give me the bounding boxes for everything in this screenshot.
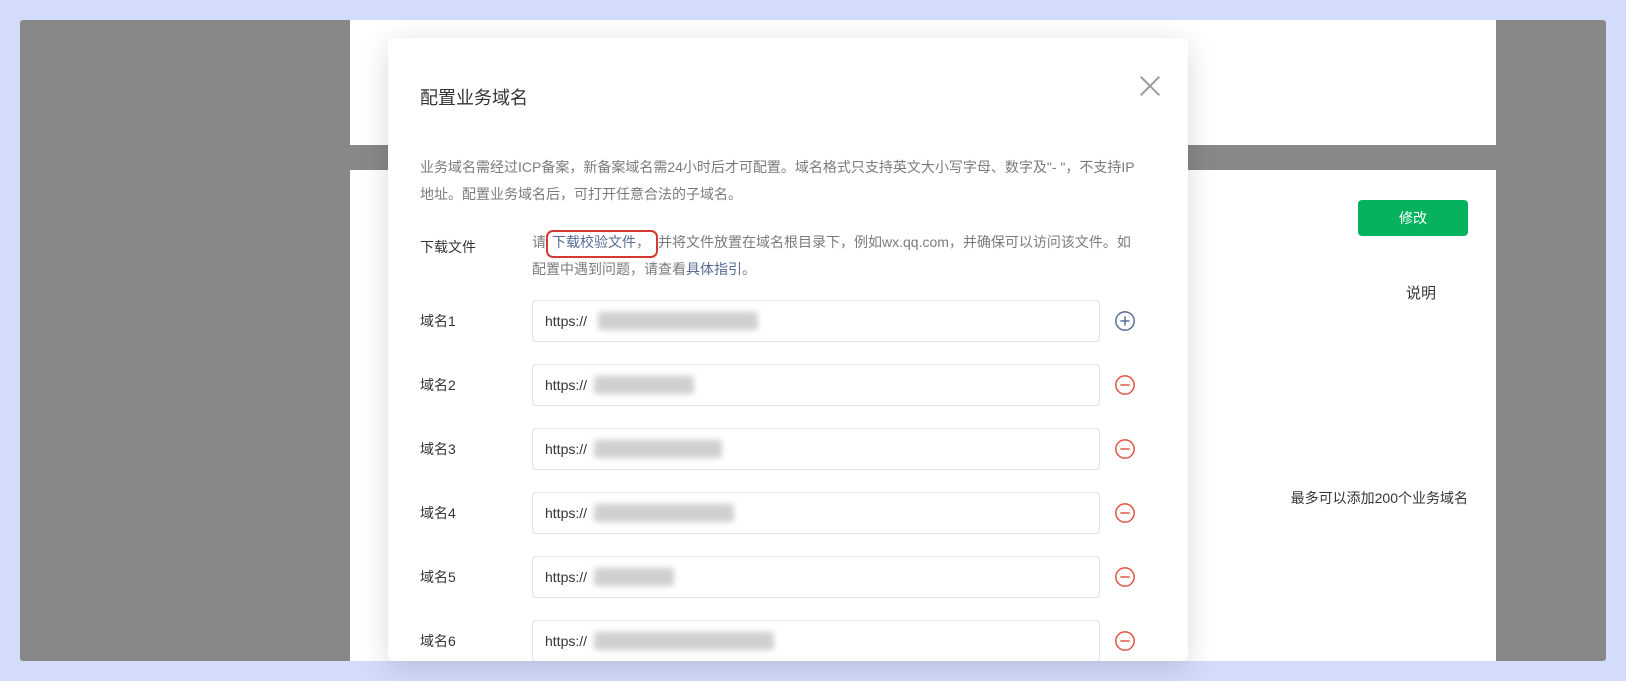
domain-row: 域名6 (420, 620, 1136, 661)
domain-row: 域名3 (420, 428, 1136, 470)
domain-row: 域名5 (420, 556, 1136, 598)
minus-circle-icon (1114, 502, 1136, 524)
remove-domain-button[interactable] (1114, 566, 1136, 588)
minus-circle-icon (1114, 374, 1136, 396)
domain-label: 域名2 (420, 375, 532, 395)
minus-circle-icon (1114, 566, 1136, 588)
domain-list: 域名1 域名2 (420, 300, 1136, 661)
download-file-row: 下载文件 请下载校验文件，并将文件放置在域名根目录下，例如wx.qq.com，并… (420, 229, 1136, 282)
domain-input[interactable] (532, 620, 1100, 661)
domain-label: 域名3 (420, 439, 532, 459)
modify-button[interactable]: 修改 (1358, 200, 1468, 236)
remove-domain-button[interactable] (1114, 630, 1136, 652)
close-button[interactable] (1136, 72, 1164, 100)
domain-row: 域名2 (420, 364, 1136, 406)
text-prefix: 请 (532, 234, 546, 250)
config-domain-modal: 配置业务域名 业务域名需经过ICP备案，新备案域名需24小时后才可配置。域名格式… (388, 38, 1188, 661)
domain-input-wrap (532, 300, 1100, 342)
detailed-guide-link[interactable]: 具体指引 (686, 261, 742, 277)
text-comma: ， (636, 234, 650, 250)
modal-description: 业务域名需经过ICP备案，新备案域名需24小时后才可配置。域名格式只支持英文大小… (420, 154, 1136, 207)
domain-input[interactable] (532, 428, 1100, 470)
domain-input[interactable] (532, 364, 1100, 406)
download-verification-file-link[interactable]: 下载校验文件 (552, 234, 636, 250)
explain-label: 说明 (1406, 282, 1436, 303)
text-suffix: 。 (742, 261, 756, 277)
domain-input-wrap (532, 364, 1100, 406)
close-icon (1136, 72, 1164, 100)
remove-domain-button[interactable] (1114, 438, 1136, 460)
modify-button-label: 修改 (1399, 208, 1427, 228)
domain-label: 域名4 (420, 503, 532, 523)
domain-input-wrap (532, 492, 1100, 534)
remove-domain-button[interactable] (1114, 374, 1136, 396)
minus-circle-icon (1114, 438, 1136, 460)
download-file-text: 请下载校验文件，并将文件放置在域名根目录下，例如wx.qq.com，并确保可以访… (532, 229, 1136, 282)
minus-circle-icon (1114, 630, 1136, 652)
modal-title: 配置业务域名 (420, 84, 1136, 110)
domain-input-wrap (532, 428, 1100, 470)
domain-input[interactable] (532, 556, 1100, 598)
domain-label: 域名5 (420, 567, 532, 587)
max-domains-note: 最多可以添加200个业务域名 (1291, 488, 1468, 508)
download-file-label: 下载文件 (420, 229, 532, 282)
domain-input[interactable] (532, 492, 1100, 534)
domain-row: 域名4 (420, 492, 1136, 534)
plus-circle-icon (1114, 310, 1136, 332)
domain-input-wrap (532, 620, 1100, 661)
domain-input[interactable] (532, 300, 1100, 342)
domain-label: 域名1 (420, 311, 532, 331)
remove-domain-button[interactable] (1114, 502, 1136, 524)
domain-row: 域名1 (420, 300, 1136, 342)
download-link-highlight: 下载校验文件， (546, 230, 658, 258)
add-domain-button[interactable] (1114, 310, 1136, 332)
domain-input-wrap (532, 556, 1100, 598)
domain-label: 域名6 (420, 631, 532, 651)
